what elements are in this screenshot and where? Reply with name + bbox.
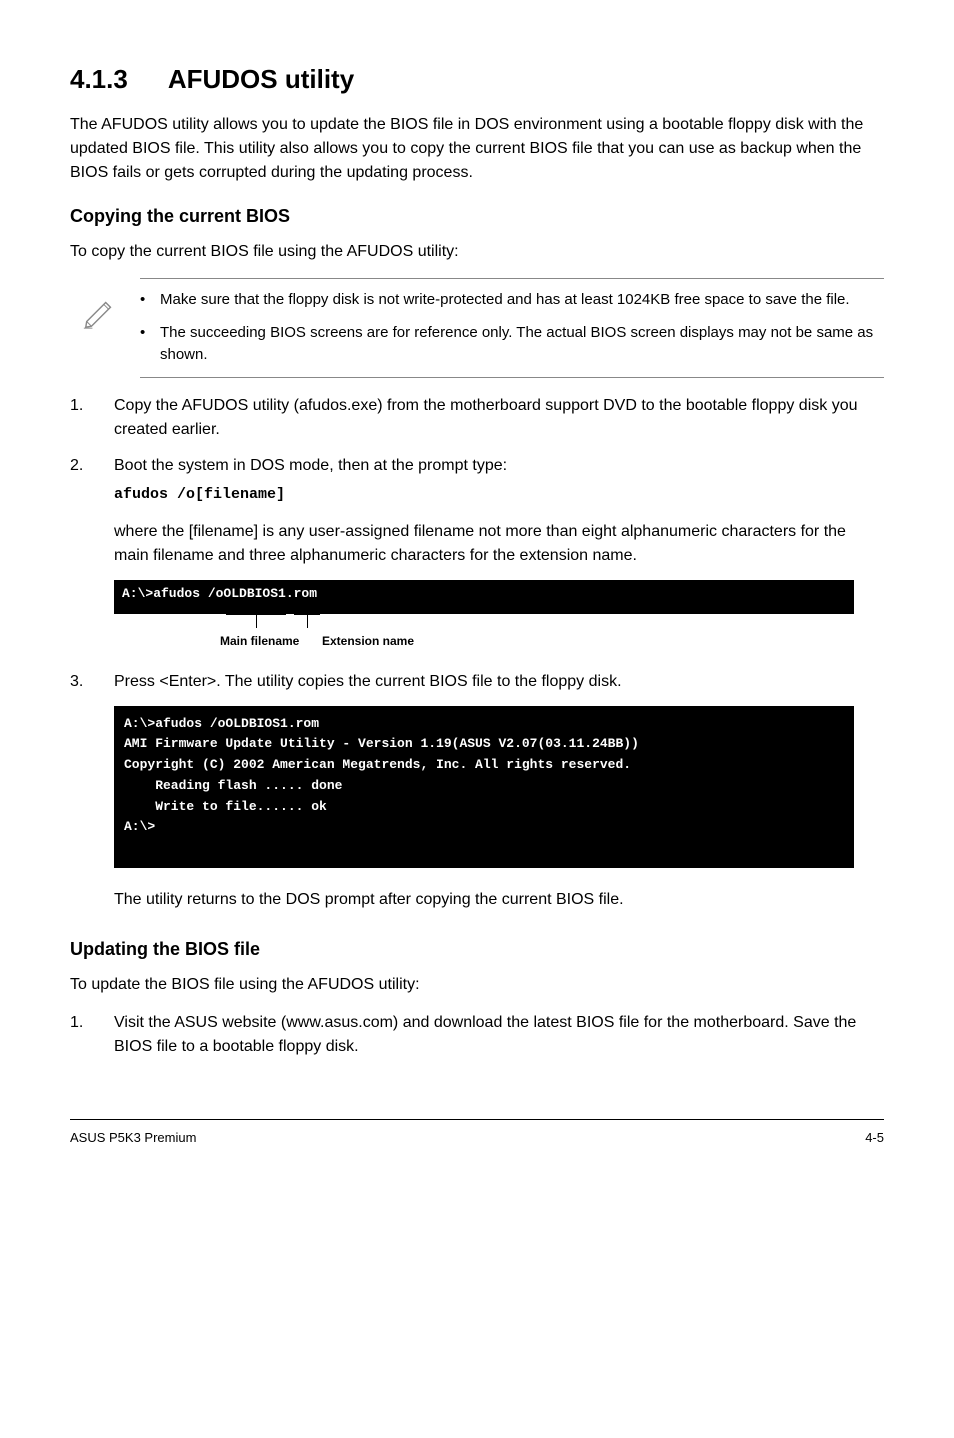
- step3-list: Press <Enter>. The utility copies the cu…: [70, 670, 884, 694]
- note-item: Make sure that the floppy disk is not wr…: [130, 289, 874, 312]
- step-item: Copy the AFUDOS utility (afudos.exe) fro…: [70, 394, 884, 442]
- terminal-large: A:\>afudos /oOLDBIOS1.rom AMI Firmware U…: [114, 706, 854, 869]
- copying-steps: Copy the AFUDOS utility (afudos.exe) fro…: [70, 394, 884, 569]
- updating-subintro: To update the BIOS file using the AFUDOS…: [70, 973, 884, 997]
- copying-heading: Copying the current BIOS: [70, 203, 884, 230]
- extension-name-label: Extension name: [322, 632, 414, 650]
- section-number: 4.1.3: [70, 60, 128, 99]
- updating-steps: Visit the ASUS website (www.asus.com) an…: [70, 1011, 884, 1059]
- pencil-icon: [70, 289, 130, 367]
- page-footer: ASUS P5K3 Premium 4-5: [70, 1119, 884, 1148]
- step-item: Boot the system in DOS mode, then at the…: [70, 454, 884, 569]
- note-box: Make sure that the floppy disk is not wr…: [140, 278, 884, 378]
- command-text: afudos /o[filename]: [114, 484, 884, 507]
- footer-left: ASUS P5K3 Premium: [70, 1128, 196, 1148]
- footer-right: 4-5: [865, 1128, 884, 1148]
- copying-subintro: To copy the current BIOS file using the …: [70, 240, 884, 264]
- step-item: Visit the ASUS website (www.asus.com) an…: [70, 1011, 884, 1059]
- after-terminal-text: The utility returns to the DOS prompt af…: [114, 888, 884, 912]
- step-item: Press <Enter>. The utility copies the cu…: [70, 670, 884, 694]
- intro-text: The AFUDOS utility allows you to update …: [70, 113, 884, 185]
- section-heading: 4.1.3 AFUDOS utility: [70, 60, 884, 99]
- updating-heading: Updating the BIOS file: [70, 936, 884, 963]
- main-filename-label: Main filename: [220, 632, 299, 650]
- step-text: Press <Enter>. The utility copies the cu…: [114, 673, 622, 690]
- step-text: Copy the AFUDOS utility (afudos.exe) fro…: [114, 397, 857, 438]
- step-text: Boot the system in DOS mode, then at the…: [114, 457, 507, 474]
- section-title-text: AFUDOS utility: [168, 64, 354, 94]
- note-item: The succeeding BIOS screens are for refe…: [130, 322, 874, 367]
- where-text: where the [filename] is any user-assigne…: [114, 520, 884, 568]
- note-content: Make sure that the floppy disk is not wr…: [130, 289, 874, 367]
- step-text: Visit the ASUS website (www.asus.com) an…: [114, 1014, 856, 1055]
- terminal-line: A:\>afudos /oOLDBIOS1.rom: [122, 586, 317, 601]
